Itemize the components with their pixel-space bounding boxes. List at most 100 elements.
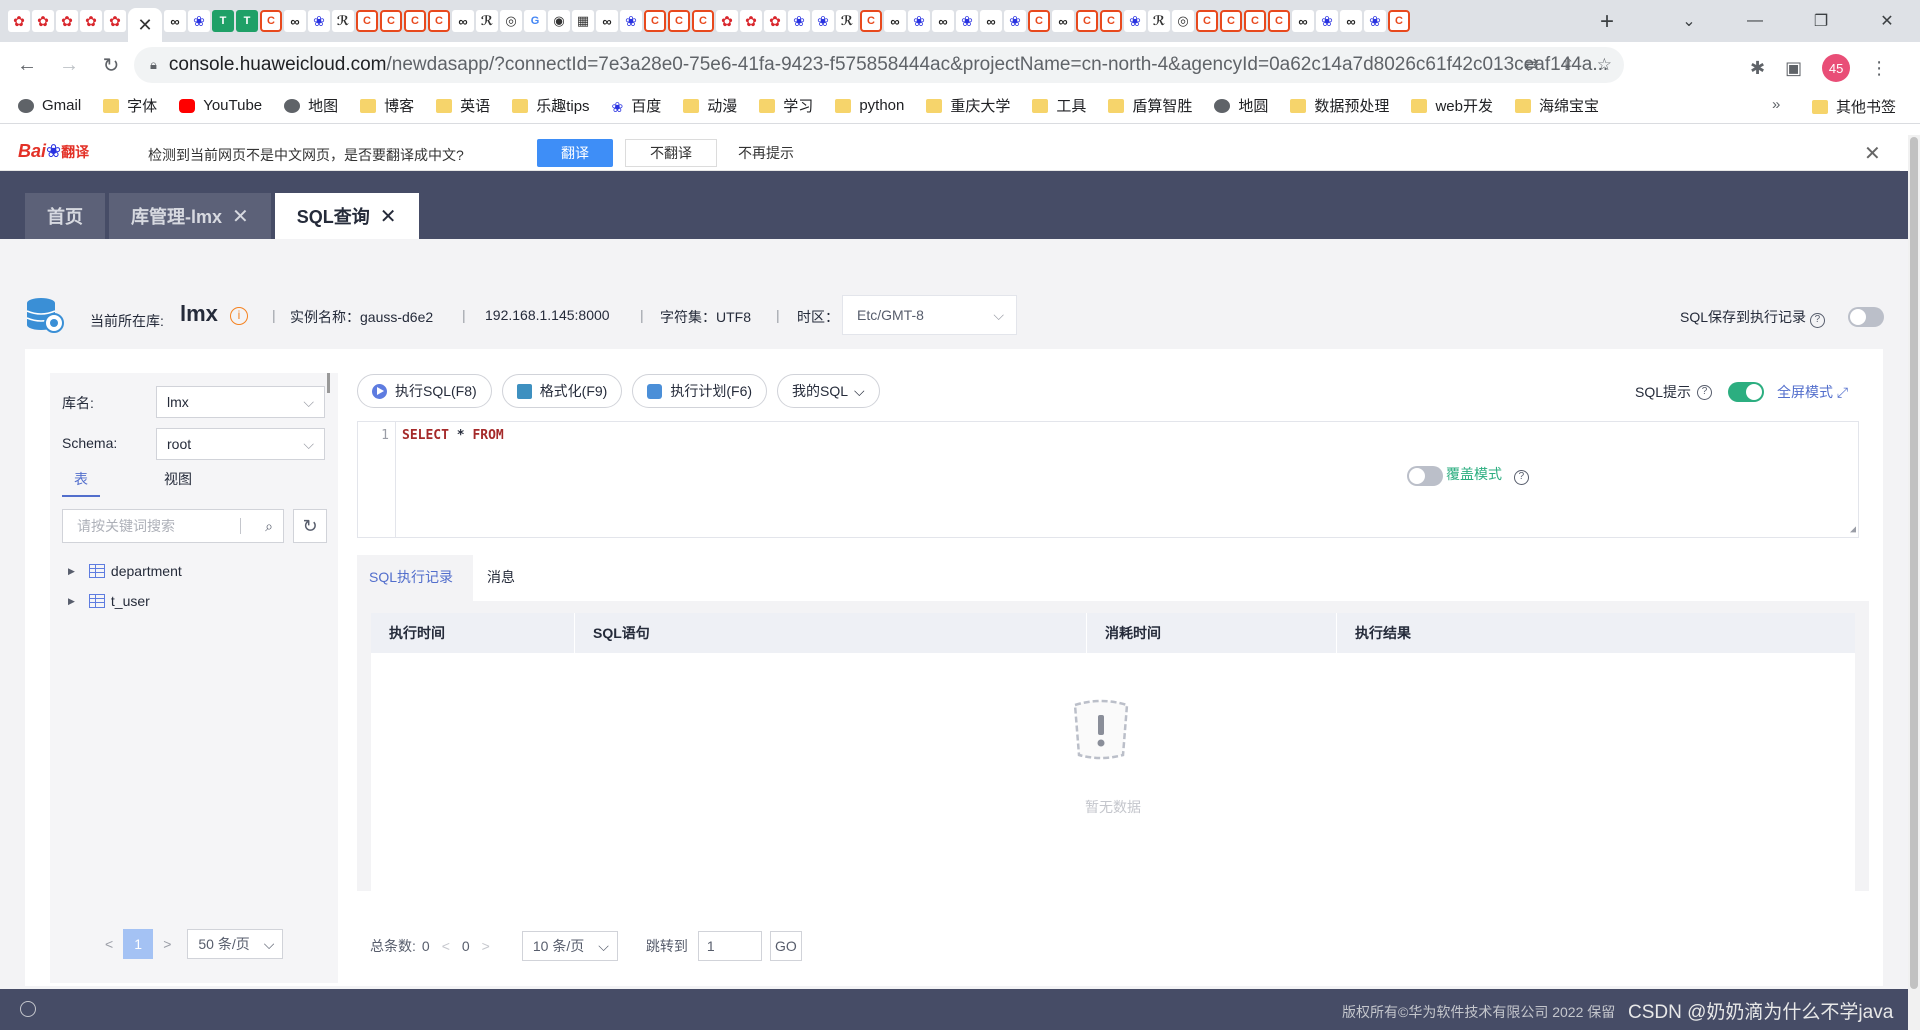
globe-icon[interactable] [20,1001,36,1017]
minimize-icon[interactable]: — [1722,12,1788,30]
tab-tables[interactable]: 表 [62,469,100,497]
column-header[interactable]: 消耗时间 [1087,613,1337,653]
go-button[interactable]: GO [769,931,802,961]
csdn-tab-icon[interactable]: C [428,10,450,32]
huawei-tab-icon[interactable]: ✿ [80,10,102,32]
infinity-tab-icon[interactable]: ∞ [284,10,306,32]
tab-home[interactable]: 首页 [25,193,105,239]
scrollbar-thumb[interactable] [1910,137,1918,989]
db-select[interactable]: lmx ⌵ [156,386,325,418]
help-icon[interactable]: ? [1513,470,1529,485]
reload-icon[interactable]: ↻ [90,53,132,78]
github-tab-icon[interactable]: ◉ [548,10,570,32]
prev-page-button[interactable]: < [105,936,113,952]
csdn-tab-icon[interactable]: C [356,10,378,32]
csdn-tab-icon[interactable]: C [644,10,666,32]
active-browser-tab[interactable]: ✕ [128,8,162,42]
lock-icon[interactable]: 🔒︎ [150,57,157,73]
baidu-tab-icon[interactable]: ❀ [908,10,930,32]
bookmark-map2[interactable]: 地圆 [1214,95,1268,116]
schema-select[interactable]: root ⌵ [156,428,325,460]
tab-sql-query[interactable]: SQL查询 ✕ [274,193,419,239]
tab-execution-history[interactable]: SQL执行记录 [357,555,473,601]
tab-db-management[interactable]: 库管理-lmx ✕ [109,193,271,239]
close-icon[interactable]: ✕ [380,204,397,229]
page-number[interactable]: 0 [462,938,470,954]
bookmark-baidu[interactable]: ❀ 百度 [612,95,662,116]
csdn-tab-icon[interactable]: C [1220,10,1242,32]
share-icon[interactable]: ⇪ [1561,55,1575,75]
sql-code[interactable]: SELECT * FROM [402,428,504,443]
cover-mode-toggle[interactable] [1407,466,1443,486]
bookmark-folder[interactable]: 海绵宝宝 [1514,95,1599,116]
extensions-icon[interactable]: ✱ [1750,58,1765,79]
baidu-tab-icon[interactable]: ❀ [1004,10,1026,32]
fullscreen-button[interactable]: 全屏模式 ⤢ [1777,382,1848,402]
misc-tab-icon[interactable]: ℛ [836,10,858,32]
resize-handle-icon[interactable]: ◢ [1850,524,1856,535]
save-to-history-toggle[interactable] [1848,307,1884,327]
misc-tab-icon[interactable]: ℛ [1148,10,1170,32]
csdn-tab-icon[interactable]: C [1268,10,1290,32]
csdn-tab-icon[interactable]: C [380,10,402,32]
infinity-tab-icon[interactable]: ∞ [164,10,186,32]
bookmark-folder[interactable]: 英语 [436,95,490,116]
csdn-tab-icon[interactable]: C [668,10,690,32]
other-bookmarks[interactable]: 其他书签 [1812,96,1896,117]
column-header[interactable]: 执行结果 [1337,613,1855,653]
csdn-tab-icon[interactable]: C [692,10,714,32]
bookmark-folder[interactable]: 盾算智胜 [1108,95,1192,116]
tab-messages[interactable]: 消息 [475,555,527,601]
column-header[interactable]: 执行时间 [371,613,575,653]
baidu-tab-icon[interactable]: ❀ [188,10,210,32]
misc-tab-icon[interactable]: ℛ [476,10,498,32]
infinity-tab-icon[interactable]: ∞ [1292,10,1314,32]
new-tab-icon[interactable]: + [1600,8,1614,36]
csdn-tab-icon[interactable]: C [1028,10,1050,32]
column-header[interactable]: SQL语句 [575,613,1087,653]
prev-page-button[interactable]: < [442,938,450,954]
maximize-icon[interactable]: ❐ [1788,11,1854,31]
baidu-tab-icon[interactable]: ❀ [1124,10,1146,32]
csdn-tab-icon[interactable]: C [404,10,426,32]
translate-button[interactable]: 翻译 [537,139,613,167]
baidu-tab-icon[interactable]: ❀ [620,10,642,32]
csdn-tab-icon[interactable]: C [1076,10,1098,32]
misc-tab-icon[interactable]: ◎ [1172,10,1194,32]
bookmark-folder[interactable]: web开发 [1411,95,1493,116]
tree-item-table[interactable]: ▶ t_user [68,593,150,609]
misc-tab-icon[interactable]: ◎ [500,10,522,32]
infinity-tab-icon[interactable]: ∞ [932,10,954,32]
baidu-tab-icon[interactable]: ❀ [956,10,978,32]
csdn-tab-icon[interactable]: C [1100,10,1122,32]
baidu-tab-icon[interactable]: ❀ [812,10,834,32]
never-prompt-button[interactable]: 不再提示 [730,139,802,167]
csdn-tab-icon[interactable]: C [1196,10,1218,32]
bookmark-folder[interactable]: 字体 [103,95,157,116]
sql-editor[interactable]: 1 SELECT * FROM ◢ [357,421,1859,538]
csdn-tab-icon[interactable]: C [260,10,282,32]
bookmark-folder[interactable]: python [835,97,904,114]
url-field[interactable]: 🔒︎ console.huaweicloud.com/newdasapp/?co… [134,47,1624,83]
my-sql-dropdown[interactable]: 我的SQL ⌵ [777,374,880,408]
caret-right-icon[interactable]: ▶ [68,566,75,577]
huawei-tab-icon[interactable]: ✿ [740,10,762,32]
bookmark-folder[interactable]: 工具 [1032,95,1086,116]
timezone-select[interactable]: Etc/GMT-8 ⌵ [842,295,1017,335]
refresh-icon[interactable]: ↻ [293,509,327,543]
table-search-input[interactable]: 请按关键词搜索 ⌕ [62,509,284,543]
sql-hint-toggle[interactable] [1728,382,1765,402]
search-icon[interactable]: ⌕ [265,510,273,542]
jump-page-input[interactable]: 1 [697,931,762,961]
page-scrollbar[interactable] [1908,135,1920,1030]
tab-views[interactable]: 视图 [152,469,204,497]
misc-tab-icon[interactable]: ℛ [332,10,354,32]
infinity-tab-icon[interactable]: ∞ [1340,10,1362,32]
page-size-select[interactable]: 50 条/页 ⌵ [187,929,284,959]
baidu-tab-icon[interactable]: ❀ [1316,10,1338,32]
info-icon[interactable]: i [230,307,248,325]
baidu-tab-icon[interactable]: ❀ [1364,10,1386,32]
menu-icon[interactable]: ⋮ [1870,58,1888,79]
back-icon[interactable]: ← [6,54,48,77]
huawei-tab-icon[interactable]: ✿ [56,10,78,32]
